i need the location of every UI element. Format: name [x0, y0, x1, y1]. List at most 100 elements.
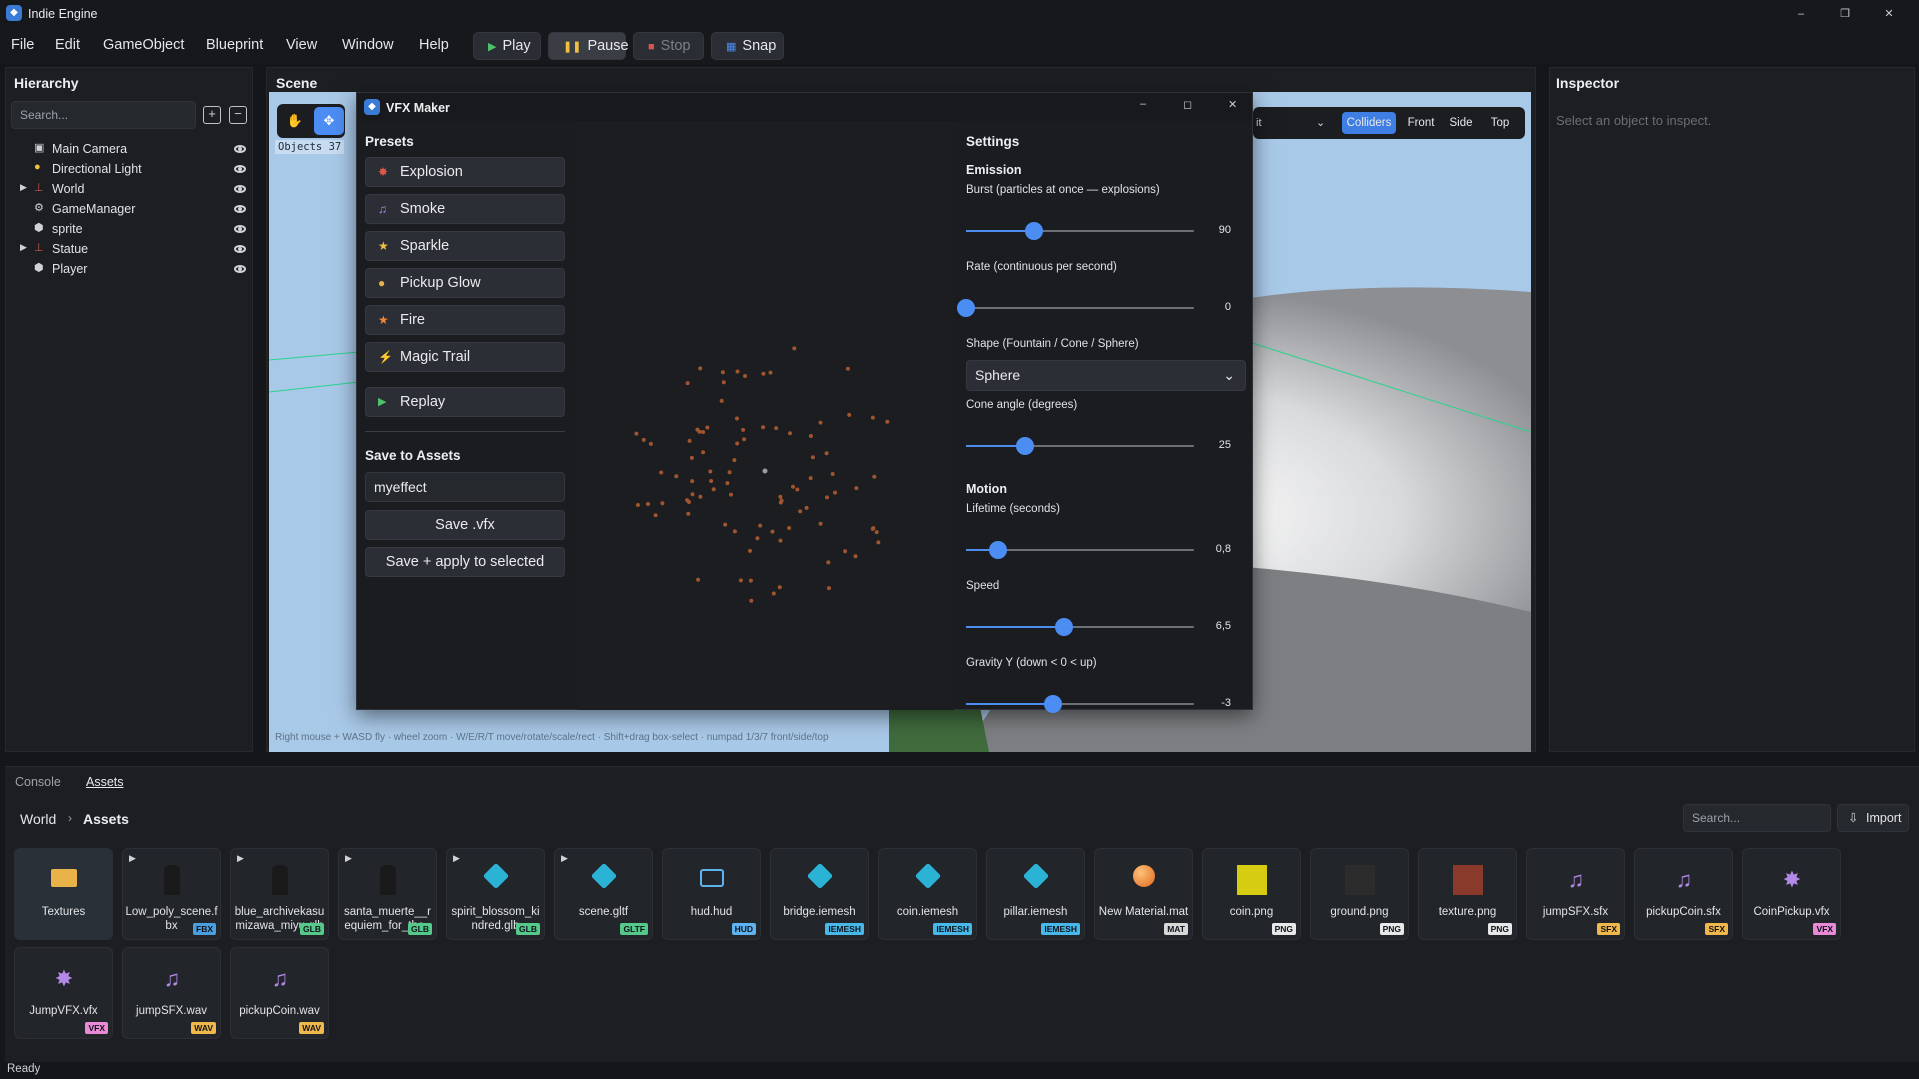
asset-tile[interactable]: ♫ pickupCoin.sfx SFX — [1634, 848, 1733, 940]
vfx-preview[interactable] — [577, 122, 954, 710]
burst-slider[interactable] — [966, 222, 1194, 240]
menu-help[interactable]: Help — [419, 37, 449, 53]
tab-assets[interactable]: Assets — [86, 775, 124, 789]
menu-file[interactable]: File — [11, 37, 34, 53]
menu-window[interactable]: Window — [342, 37, 394, 53]
menu-view[interactable]: View — [286, 37, 317, 53]
breadcrumb-world[interactable]: World — [20, 811, 56, 827]
menu-edit[interactable]: Edit — [55, 37, 80, 53]
preset-smoke-button[interactable]: ♫ Smoke — [365, 194, 565, 224]
asset-tile[interactable]: ▶ Low_poly_scene.fbx FBX — [122, 848, 221, 940]
asset-tile[interactable]: ✸ CoinPickup.vfx VFX — [1742, 848, 1841, 940]
asset-tile[interactable]: ▶ blue_archivekasumizawa_miyu.glb GLB — [230, 848, 329, 940]
vfx-maximize-icon[interactable]: ◻ — [1183, 98, 1192, 111]
stop-button[interactable]: ■ Stop — [633, 32, 704, 60]
asset-tile[interactable]: ▶ scene.gltf GLTF — [554, 848, 653, 940]
expand-arrow-icon[interactable]: ▶ — [453, 853, 460, 864]
save-apply-button[interactable]: Save + apply to selected — [365, 547, 565, 577]
expand-arrow-icon[interactable]: ▶ — [20, 182, 27, 193]
asset-tile[interactable]: Textures — [14, 848, 113, 940]
effect-name-input[interactable]: myeffect — [365, 472, 565, 502]
cone-slider[interactable] — [966, 437, 1194, 455]
visibility-eye-icon[interactable] — [234, 245, 246, 253]
move-tool-icon[interactable]: ✥ — [314, 107, 344, 135]
expand-arrow-icon[interactable]: ▶ — [237, 853, 244, 864]
visibility-eye-icon[interactable] — [234, 225, 246, 233]
replay-button[interactable]: ▶ Replay — [365, 387, 565, 417]
slider-knob[interactable] — [1016, 437, 1035, 455]
asset-tile[interactable]: texture.png PNG — [1418, 848, 1517, 940]
gravity-slider[interactable] — [966, 695, 1194, 713]
render-mode-select[interactable]: it ⌄ — [1256, 112, 1336, 134]
expand-all-icon[interactable]: + — [203, 106, 221, 124]
cube-icon — [589, 862, 619, 895]
hierarchy-item[interactable]: ⬢ sprite — [16, 220, 246, 240]
restore-icon[interactable]: ❐ — [1830, 4, 1860, 24]
visibility-eye-icon[interactable] — [234, 265, 246, 273]
slider-knob[interactable] — [988, 541, 1007, 559]
asset-tile[interactable]: coin.png PNG — [1202, 848, 1301, 940]
save-vfx-button[interactable]: Save .vfx — [365, 510, 565, 540]
collapse-all-icon[interactable]: − — [229, 106, 247, 124]
asset-tile[interactable]: ✸ JumpVFX.vfx VFX — [14, 947, 113, 1039]
snap-button[interactable]: ▦ Snap — [711, 32, 784, 60]
preset-sparkle-button[interactable]: ★ Sparkle — [365, 231, 565, 261]
slider-knob[interactable] — [957, 299, 975, 317]
slider-knob[interactable] — [1055, 618, 1074, 636]
tab-console[interactable]: Console — [15, 775, 61, 789]
hierarchy-item[interactable]: ⬢ Player — [16, 260, 246, 280]
hierarchy-item[interactable]: ▣ Main Camera — [16, 140, 246, 160]
asset-tile[interactable]: coin.iemesh IEMESH — [878, 848, 977, 940]
menu-blueprint[interactable]: Blueprint — [206, 37, 263, 53]
shape-select[interactable]: Sphere ⌄ — [966, 360, 1246, 391]
lifetime-slider[interactable] — [966, 541, 1194, 559]
preset-pickup-glow-button[interactable]: ● Pickup Glow — [365, 268, 565, 298]
hierarchy-search-input[interactable]: Search... — [11, 101, 196, 129]
visibility-eye-icon[interactable] — [234, 205, 246, 213]
hierarchy-item[interactable]: ● Directional Light — [16, 160, 246, 180]
asset-tile[interactable]: pillar.iemesh IEMESH — [986, 848, 1085, 940]
breadcrumb-assets[interactable]: Assets — [83, 811, 129, 827]
asset-tile[interactable]: hud.hud HUD — [662, 848, 761, 940]
visibility-eye-icon[interactable] — [234, 185, 246, 193]
vfx-close-icon[interactable]: ✕ — [1228, 98, 1237, 111]
expand-arrow-icon[interactable]: ▶ — [20, 242, 27, 253]
import-button[interactable]: ⇩ Import — [1837, 804, 1909, 832]
menu-gameobject[interactable]: GameObject — [103, 37, 184, 53]
visibility-eye-icon[interactable] — [234, 145, 246, 153]
pause-button[interactable]: ❚❚ Pause — [548, 32, 629, 60]
asset-tile[interactable]: ♫ pickupCoin.wav WAV — [230, 947, 329, 1039]
rate-slider[interactable] — [957, 299, 1194, 317]
preset-explosion-button[interactable]: ✸ Explosion — [365, 157, 565, 187]
top-view-button[interactable]: Top — [1482, 112, 1518, 134]
preset-fire-button[interactable]: ★ Fire — [365, 305, 565, 335]
expand-arrow-icon[interactable]: ▶ — [129, 853, 136, 864]
expand-arrow-icon[interactable]: ▶ — [345, 853, 352, 864]
asset-tile[interactable]: ♫ jumpSFX.wav WAV — [122, 947, 221, 1039]
visibility-eye-icon[interactable] — [234, 165, 246, 173]
side-view-button[interactable]: Side — [1443, 112, 1479, 134]
hierarchy-item[interactable]: ⚙ GameManager — [16, 200, 246, 220]
asset-tile[interactable]: ♫ jumpSFX.sfx SFX — [1526, 848, 1625, 940]
asset-tile[interactable]: ▶ spirit_blossom_kindred.glb GLB — [446, 848, 545, 940]
play-button[interactable]: ▶ Play — [473, 32, 541, 60]
vfx-minimize-icon[interactable]: – — [1140, 98, 1146, 110]
assets-search-input[interactable]: Search... — [1683, 804, 1831, 832]
asset-tile[interactable]: ▶ santa_muerte__requiem_for_the_ GLB — [338, 848, 437, 940]
slider-knob[interactable] — [1043, 695, 1062, 713]
particle — [804, 505, 809, 510]
asset-tile[interactable]: ground.png PNG — [1310, 848, 1409, 940]
hand-tool-icon[interactable]: ✋ — [280, 107, 310, 135]
asset-tile[interactable]: New Material.mat MAT — [1094, 848, 1193, 940]
close-icon[interactable]: ✕ — [1874, 4, 1904, 24]
asset-tile[interactable]: bridge.iemesh IEMESH — [770, 848, 869, 940]
colliders-toggle[interactable]: Colliders — [1342, 112, 1396, 134]
hierarchy-item[interactable]: ▶ ⊥ World — [16, 180, 246, 200]
slider-knob[interactable] — [1025, 222, 1044, 240]
expand-arrow-icon[interactable]: ▶ — [561, 853, 568, 864]
hierarchy-item[interactable]: ▶ ⊥ Statue — [16, 240, 246, 260]
preset-magic-trail-button[interactable]: ⚡ Magic Trail — [365, 342, 565, 372]
front-view-button[interactable]: Front — [1401, 112, 1441, 134]
speed-slider[interactable] — [966, 618, 1194, 636]
minimize-icon[interactable]: – — [1786, 4, 1816, 24]
